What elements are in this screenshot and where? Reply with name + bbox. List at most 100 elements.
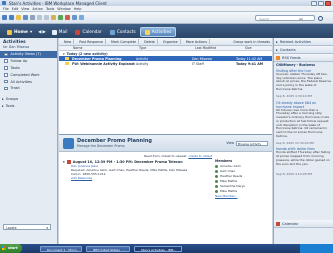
menu-help[interactable]: Help <box>74 7 82 11</box>
chevron-down-icon[interactable]: ▾ <box>30 30 32 35</box>
new-member-link[interactable]: New Member... <box>215 194 270 198</box>
expand-icon[interactable]: ▸ <box>276 48 278 52</box>
member-item[interactable]: Mike Mattis <box>215 179 270 183</box>
copy-icon[interactable] <box>44 15 49 20</box>
menu-edit[interactable]: Edit <box>12 7 19 11</box>
sidebar-item-completed-work[interactable]: Completed Work <box>0 71 57 78</box>
activity-icon <box>65 56 69 61</box>
paste-icon[interactable] <box>51 15 56 20</box>
calendar-small-icon <box>276 221 280 226</box>
member-item[interactable]: Amadou Azim <box>215 164 270 168</box>
detail-subtitle: Manage the December Promo <box>77 144 125 148</box>
tab-nav-arrows[interactable]: ◀ ▶ <box>36 27 48 37</box>
chevron-down-icon[interactable]: ▾ <box>46 225 48 231</box>
minimize-button[interactable] <box>311 0 317 6</box>
menu-file[interactable]: File <box>3 7 9 11</box>
mark-complete-button[interactable]: Mark Complete <box>109 39 140 44</box>
views-icon <box>4 52 8 57</box>
flag-icon <box>4 59 8 63</box>
feed-item[interactable]: Honda shift: dollar likes Honda shifted … <box>276 147 331 177</box>
member-item[interactable]: Mike Mattis <box>215 189 270 193</box>
home-small-icon[interactable] <box>72 15 77 20</box>
calendar-header[interactable]: Calendar <box>274 220 333 228</box>
feed-item[interactable]: Visiting after the hurr Sources: Alistai… <box>276 69 331 99</box>
delete-button[interactable]: Delete <box>142 39 158 44</box>
expand-icon[interactable]: ▸ <box>276 40 278 44</box>
post-response-button[interactable]: Post Response <box>77 39 106 44</box>
column-size[interactable]: Size <box>245 46 252 50</box>
forward-icon[interactable] <box>9 15 14 20</box>
search-box[interactable]: Search All <box>255 15 315 21</box>
feed-list: CNNMoney - Business Visiting after the h… <box>274 62 333 178</box>
menu-view[interactable]: View <box>21 7 29 11</box>
start-button[interactable]: start <box>0 244 22 253</box>
stop-icon[interactable] <box>65 15 70 20</box>
search-scope[interactable]: All <box>299 16 303 22</box>
tab-mail[interactable]: Mail <box>48 27 72 37</box>
back-arrow-icon[interactable]: ◀ <box>38 30 41 35</box>
cut-icon[interactable] <box>37 15 42 20</box>
activity-large-icon <box>63 137 74 149</box>
view-select[interactable]: Browse Activity <box>236 140 268 146</box>
person-icon <box>215 164 218 168</box>
group-threads-toggle[interactable]: Group work in threads <box>231 39 272 44</box>
sidebar-item-trash[interactable]: Trash <box>0 85 57 92</box>
person-icon <box>215 174 218 178</box>
expand-icon[interactable]: ▸ <box>2 97 4 101</box>
save-icon[interactable] <box>23 15 28 20</box>
forward-arrow-icon[interactable]: ▶ <box>42 30 45 35</box>
maximize-button[interactable] <box>318 0 324 6</box>
sidebar-item-tasks[interactable]: Tasks <box>0 65 57 72</box>
contacts-header[interactable]: ▸ Contacts <box>274 46 333 54</box>
column-modified[interactable]: Last Modified <box>195 46 245 50</box>
activities-icon <box>144 29 150 35</box>
help-icon[interactable] <box>79 15 84 20</box>
sidebar-item-follow-up[interactable]: Follow Up <box>0 58 57 65</box>
tab-contacts[interactable]: Contacts <box>106 27 140 37</box>
new-button[interactable]: New <box>62 39 75 44</box>
mail-icon <box>51 29 57 35</box>
refresh-icon[interactable] <box>58 15 63 20</box>
locate-field[interactable]: Locate ▾ <box>3 224 51 230</box>
organize-button[interactable]: Organize <box>161 39 181 44</box>
view-label: View <box>226 141 234 145</box>
sidebar-item-all-activities[interactable]: All Activities <box>0 78 57 85</box>
column-name[interactable]: Name <box>73 46 139 50</box>
member-item[interactable]: Gert Chao <box>215 169 270 173</box>
menu-window[interactable]: Window <box>57 7 70 11</box>
member-item[interactable]: Heather Reeds <box>215 174 270 178</box>
table-row[interactable]: FW: Webinannie Activity Explanat Activit… <box>59 61 272 66</box>
expand-icon[interactable]: ▸ <box>2 104 4 108</box>
sort-link[interactable]: create to oldest <box>188 154 212 158</box>
menu-tools[interactable]: Tools <box>46 7 54 11</box>
taskbar-item[interactable]: Stan's Activities - IBM... <box>134 245 182 252</box>
close-button[interactable] <box>325 0 331 6</box>
search-icon[interactable] <box>318 15 323 21</box>
expand-icon[interactable]: ▾ <box>63 160 65 164</box>
column-type[interactable]: Type <box>139 46 195 50</box>
tab-calendar[interactable]: Calendar <box>71 27 105 37</box>
member-item[interactable]: Samantha Daryn <box>215 184 270 188</box>
more-actions-button[interactable]: More Actions <box>184 39 210 44</box>
back-icon[interactable] <box>2 15 7 20</box>
sidebar-item-tools[interactable]: ▸ Tools <box>0 103 57 110</box>
rss-feeds-header[interactable]: RSS Feeds <box>274 54 333 62</box>
taskbar-item[interactable]: IBM United States - ... <box>86 245 130 252</box>
menu-action[interactable]: Action <box>32 7 43 11</box>
collapse-icon[interactable]: ▾ <box>63 52 65 56</box>
activity-detail-pane: December Promo Planning Manage the Decem… <box>59 134 272 244</box>
feed-item[interactable]: Oil steady above $64 on hurricane impact… <box>276 101 331 146</box>
activity-list-pane: New Post Response Mark Complete Delete O… <box>59 38 272 244</box>
add-response-link[interactable]: Add Response <box>63 176 211 180</box>
sidebar-item-activity-views[interactable]: Activity Views (7) <box>0 51 57 58</box>
sidebar-item-groups[interactable]: ▸ Groups <box>0 96 57 103</box>
related-activities-header[interactable]: ▸ Related Activities <box>274 38 333 46</box>
window-title: Stan's Activities - IBM Workplace Manage… <box>9 0 107 6</box>
tab-home[interactable]: Home ▾ <box>3 27 36 37</box>
taskbar-item[interactable]: Document 1 - Micro... <box>40 245 82 252</box>
print-icon[interactable] <box>30 15 35 20</box>
new-icon[interactable] <box>16 15 21 20</box>
table-row[interactable]: December Promo Planning Activity Dan Mis… <box>59 56 272 61</box>
tab-activities[interactable]: Activities <box>139 27 177 37</box>
search-input[interactable]: Search <box>259 17 269 21</box>
